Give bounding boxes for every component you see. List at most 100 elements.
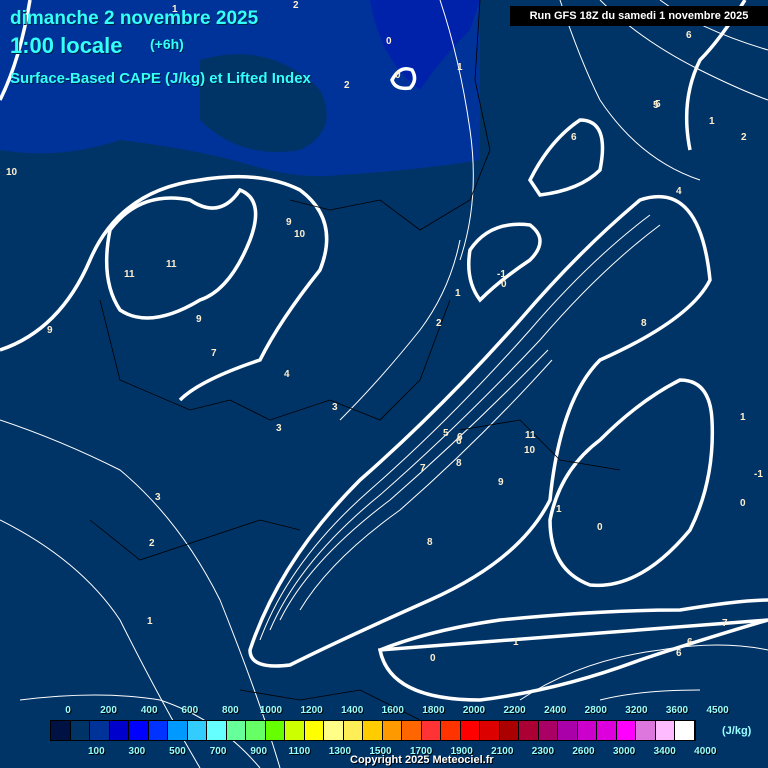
contour-label: 1 [740, 412, 746, 423]
legend-swatch [441, 721, 461, 740]
contour-label: 7 [420, 463, 426, 474]
contour-label: -1 [754, 469, 763, 480]
contour-label: 1 [513, 637, 519, 648]
legend-swatch [382, 721, 402, 740]
contour-label: 9 [286, 217, 292, 228]
legend-label-bottom: 500 [169, 746, 186, 757]
legend-swatch [148, 721, 168, 740]
forecast-time: 1:00 locale [10, 33, 123, 58]
legend-label-bottom: 1300 [328, 746, 352, 757]
legend-label-top: 1400 [341, 705, 364, 716]
legend-label-bottom: 4000 [694, 746, 717, 757]
contour-label: 2 [149, 538, 155, 549]
contour-label: 4 [284, 369, 290, 380]
contour-label: 0 [501, 279, 507, 290]
contour-label: 10 [294, 229, 306, 240]
legend-label-top: 200 [100, 705, 117, 716]
contour-label: 6 [676, 648, 682, 659]
legend-swatch [519, 721, 539, 740]
contour-label: 1 [147, 616, 153, 627]
contour-label: 3 [276, 423, 282, 434]
contour-label: 1 [457, 62, 463, 73]
legend-label-top: 2400 [544, 705, 567, 716]
legend-swatch [304, 721, 324, 740]
contour-label: 2 [741, 132, 747, 143]
legend-label-top: 0 [65, 705, 71, 716]
legend-swatch [421, 721, 441, 740]
contour-label: 9 [498, 477, 504, 488]
legend-swatch [402, 721, 422, 740]
forecast-date: dimanche 2 novembre 2025 [10, 8, 259, 29]
contour-label: 1 [556, 504, 562, 515]
contour-label: 10 [524, 445, 536, 456]
contour-label: 10 [6, 167, 18, 178]
cape-map: 1 20012656121091011119740-112367 8325 69811… [0, 0, 768, 768]
legend-label-top: 600 [181, 705, 199, 716]
legend-swatch [324, 721, 344, 740]
parameter-title: Surface-Based CAPE (J/kg) et Lifted Inde… [10, 70, 311, 87]
contour-label: 11 [525, 430, 536, 441]
color-legend [50, 720, 696, 741]
contour-label: 4 [676, 186, 682, 197]
contour-label: 0 [395, 70, 401, 81]
contour-label: 8 [641, 318, 647, 329]
legend-swatch [558, 721, 578, 740]
contour-label: 5 [655, 99, 661, 110]
legend-label-bottom: 900 [250, 746, 268, 757]
legend-swatch [70, 721, 90, 740]
contour-label: 3 [155, 492, 161, 503]
contour-label: 6 [457, 432, 463, 443]
contour-label: 6 [686, 30, 692, 41]
legend-swatch [207, 721, 227, 740]
legend-label-bottom: 2300 [531, 746, 555, 757]
run-info: Run GFS 18Z du samedi 1 novembre 2025 [510, 6, 768, 26]
contour-label: 0 [430, 653, 436, 664]
legend-label-top: 1800 [422, 705, 445, 716]
legend-swatch [265, 721, 285, 740]
legend-label-bottom: 3000 [612, 746, 636, 757]
contour-label: 8 [427, 537, 433, 548]
legend-label-top: 800 [222, 705, 239, 716]
legend-label-top: 2800 [584, 705, 607, 716]
legend-swatch [636, 721, 656, 740]
weather-map: 1 2 0 0 1 2 6 5 6 1 2 10 9 10 11 11 9 7 4 0 -1 1 2 3 6 7 8 3 2 5 6 9 8 11… [0, 0, 768, 768]
legend-label-top: 2000 [462, 705, 486, 716]
legend-swatch [363, 721, 383, 740]
legend-label-bottom: 2100 [491, 746, 514, 757]
contour-label: 1 [709, 116, 715, 127]
legend-swatch [577, 721, 597, 740]
legend-swatch [343, 721, 363, 740]
contour-label: 7 [211, 348, 217, 359]
legend-swatch [597, 721, 617, 740]
forecast-offset: (+6h) [150, 36, 184, 52]
legend-swatch [168, 721, 188, 740]
legend-swatch [675, 721, 695, 740]
legend-label-bottom: 2600 [572, 746, 595, 757]
contour-label: 1 [455, 288, 461, 299]
contour-label: 6 [571, 132, 577, 143]
legend-label-top: 1000 [259, 705, 283, 716]
contour-label: 9 [47, 325, 53, 336]
legend-swatch [187, 721, 207, 740]
legend-label-top: 4500 [706, 705, 729, 716]
legend-swatch [109, 721, 129, 740]
legend-label-top: 2200 [503, 705, 526, 716]
legend-label-bottom: 1100 [288, 746, 311, 757]
legend-swatch [460, 721, 480, 740]
legend-swatch [480, 721, 500, 740]
contour-label: 0 [386, 36, 392, 47]
contour-label: 5 [443, 428, 449, 439]
legend-swatch [499, 721, 519, 740]
legend-swatch [616, 721, 636, 740]
contour-label: 11 [166, 259, 177, 270]
legend-label-top: 3200 [625, 705, 648, 716]
legend-swatch [655, 721, 675, 740]
legend-swatch [538, 721, 558, 740]
contour-label: 0 [597, 522, 603, 533]
contour-label: 2 [344, 80, 350, 91]
legend-unit: (J/kg) [722, 725, 752, 737]
legend-label-bottom: 700 [209, 746, 227, 757]
contour-label: 0 [740, 498, 746, 509]
contour-label: 11 [124, 269, 135, 280]
contour-label: 7 [722, 618, 728, 629]
